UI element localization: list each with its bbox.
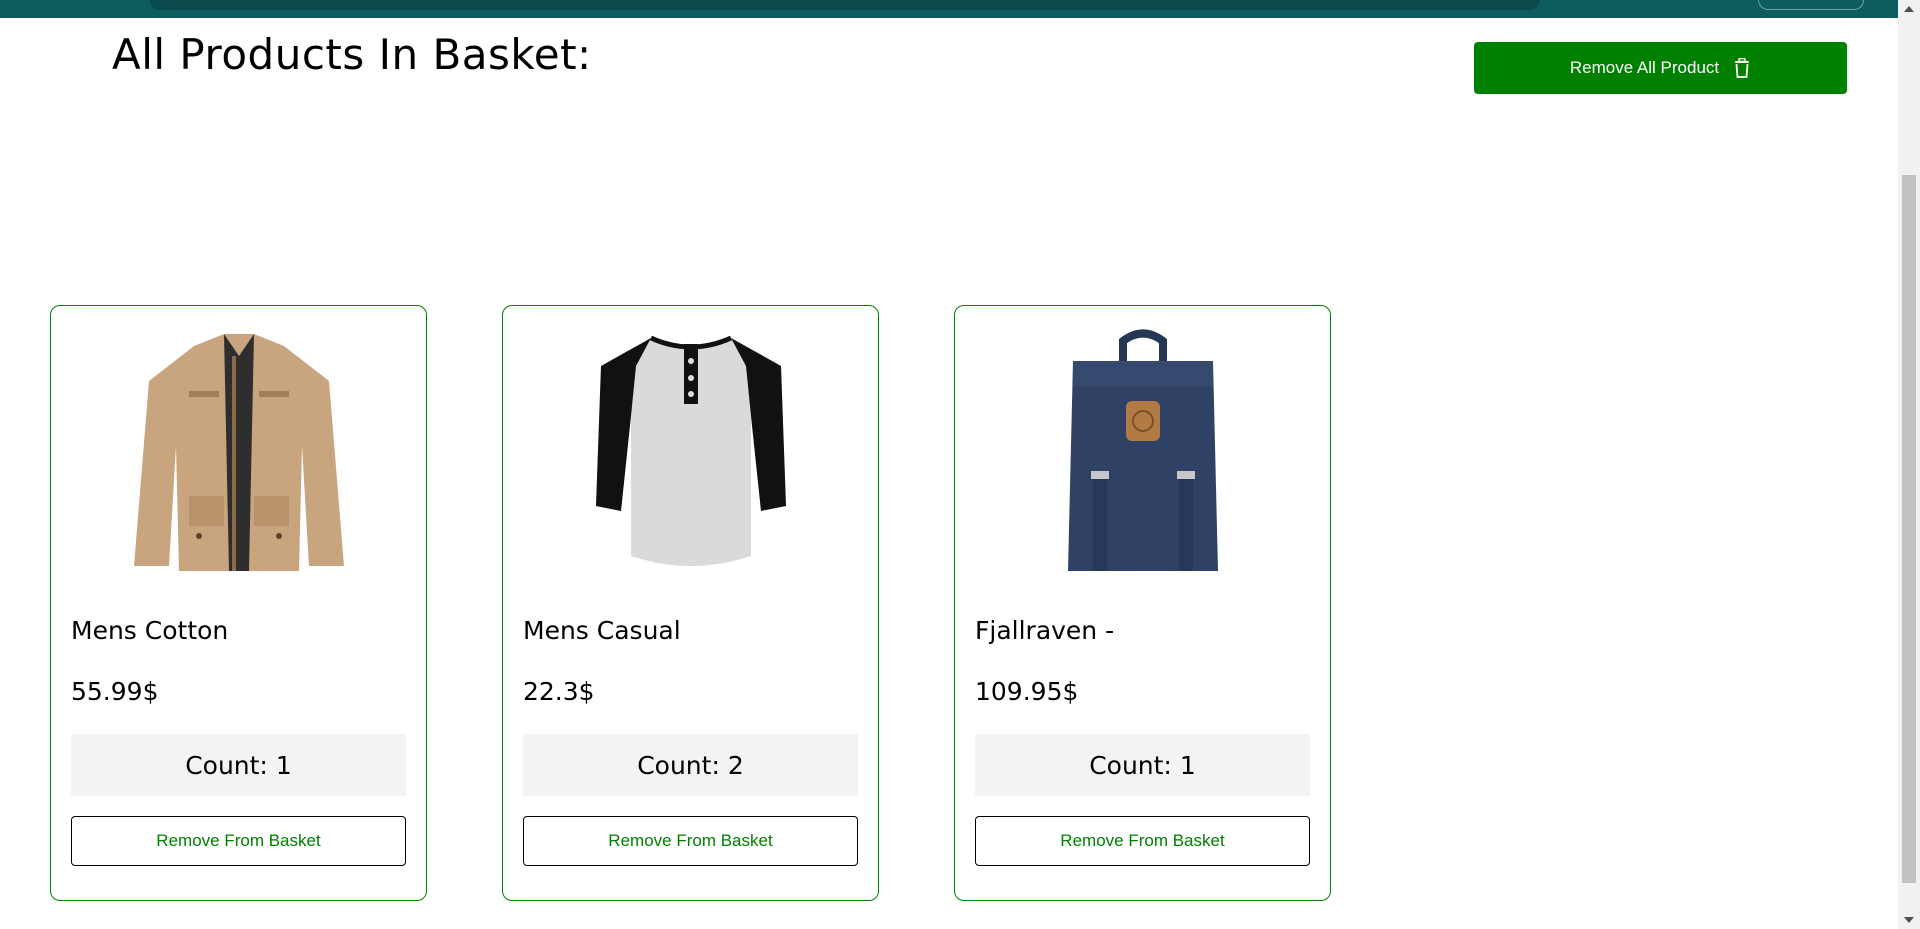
jacket-image[interactable] bbox=[71, 326, 406, 576]
product-card: Mens Casual 22.3$ Count: 2 Remove From B… bbox=[502, 305, 879, 901]
remove-all-button[interactable]: Remove All Product bbox=[1474, 42, 1847, 94]
count-value: 2 bbox=[727, 750, 744, 780]
product-price: 55.99$ bbox=[71, 677, 159, 706]
henley-shirt-image[interactable] bbox=[523, 326, 858, 576]
product-card: Mens Cotton 55.99$ Count: 1 Remove From … bbox=[50, 305, 427, 901]
count-label: Count: bbox=[185, 750, 268, 780]
product-card: Fjallraven - 109.95$ Count: 1 Remove Fro… bbox=[954, 305, 1331, 901]
count-value: 1 bbox=[1179, 750, 1196, 780]
product-name: Mens Cotton bbox=[71, 616, 229, 645]
product-count: Count: 2 bbox=[523, 734, 858, 796]
product-count: Count: 1 bbox=[71, 734, 406, 796]
remove-from-basket-button[interactable]: Remove From Basket bbox=[975, 816, 1310, 866]
basket-page: All Products In Basket: Remove All Produ… bbox=[0, 0, 1920, 929]
scroll-down-icon[interactable] bbox=[1904, 917, 1914, 923]
product-name: Mens Casual bbox=[523, 616, 681, 645]
remove-from-basket-button[interactable]: Remove From Basket bbox=[523, 816, 858, 866]
scroll-up-icon[interactable] bbox=[1904, 6, 1914, 12]
backpack-image[interactable] bbox=[975, 326, 1310, 576]
product-name: Fjallraven - bbox=[975, 616, 1115, 645]
product-list: Mens Cotton 55.99$ Count: 1 Remove From … bbox=[50, 305, 1331, 901]
page-title: All Products In Basket: bbox=[112, 30, 592, 79]
vertical-scrollbar[interactable] bbox=[1898, 0, 1920, 929]
product-count: Count: 1 bbox=[975, 734, 1310, 796]
count-value: 1 bbox=[275, 750, 292, 780]
product-price: 109.95$ bbox=[975, 677, 1079, 706]
account-button[interactable] bbox=[1758, 0, 1864, 10]
navbar bbox=[0, 0, 1898, 18]
count-label: Count: bbox=[1089, 750, 1172, 780]
remove-from-basket-button[interactable]: Remove From Basket bbox=[71, 816, 406, 866]
trash-icon bbox=[1733, 57, 1751, 78]
product-price: 22.3$ bbox=[523, 677, 595, 706]
scrollbar-thumb[interactable] bbox=[1902, 175, 1916, 883]
remove-all-label: Remove All Product bbox=[1569, 58, 1720, 77]
count-label: Count: bbox=[637, 750, 720, 780]
search-bar[interactable] bbox=[150, 0, 1540, 10]
